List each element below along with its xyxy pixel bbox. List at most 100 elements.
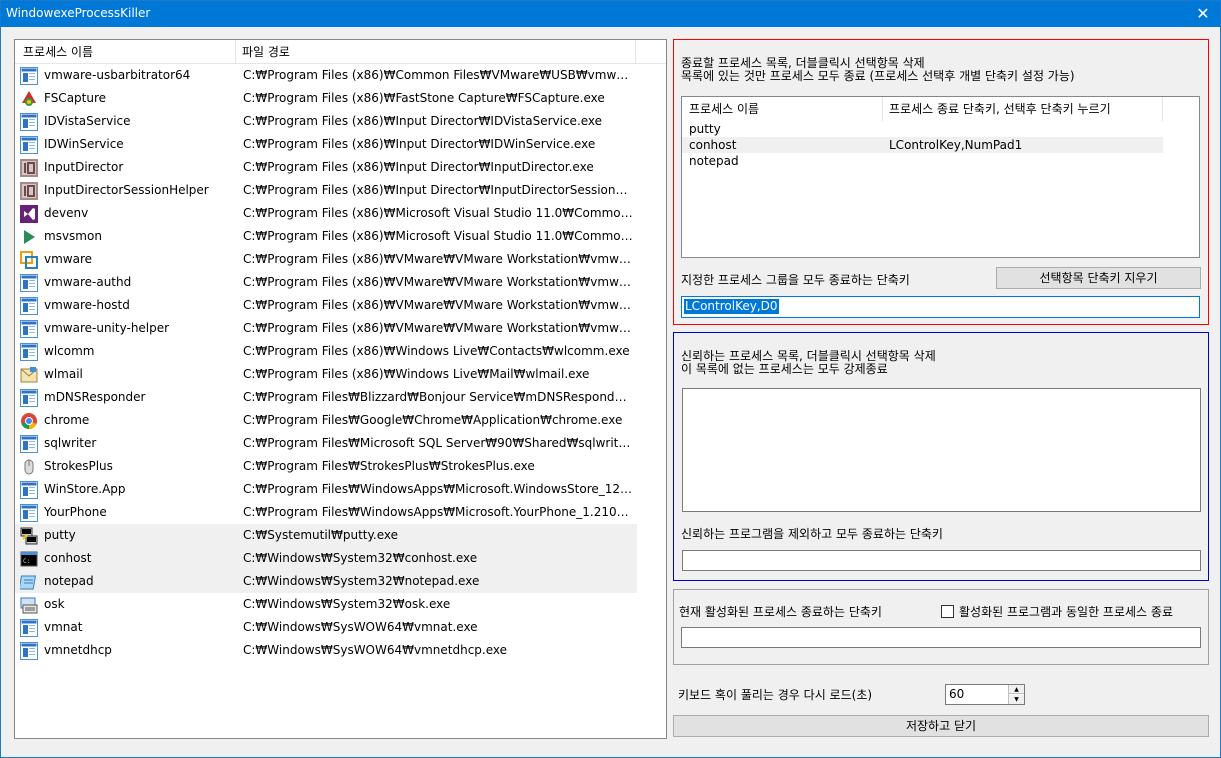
process-row[interactable]: devenv C:₩Program Files (x86)₩Microsoft V… bbox=[15, 202, 637, 225]
process-name: mDNSResponder bbox=[44, 390, 146, 404]
mail-icon bbox=[20, 366, 38, 384]
process-name: vmware-authd bbox=[44, 275, 132, 289]
process-path: C:₩Program Files (x86)₩VMware₩VMware Wor… bbox=[243, 298, 633, 312]
visual-studio-icon bbox=[20, 205, 38, 223]
process-row[interactable]: YourPhone C:₩Program Files₩WindowsApps₩Mi… bbox=[15, 501, 637, 524]
inputdirector-icon bbox=[20, 159, 38, 177]
process-path: C:₩Program Files₩Blizzard₩Bonjour Servic… bbox=[243, 390, 633, 404]
process-row[interactable]: StrokesPlus C:₩Program Files₩StrokesPlus₩… bbox=[15, 455, 637, 478]
app-window-icon bbox=[20, 343, 38, 361]
process-path: C:₩Systemutil₩putty.exe bbox=[243, 528, 399, 542]
spinner-arrows: ▲ ▼ bbox=[1008, 685, 1024, 704]
active-process-panel: 현재 활성화된 프로세스 종료하는 단축키 활성화된 프로그램과 동일한 프로세… bbox=[673, 589, 1209, 665]
process-row[interactable]: InputDirector C:₩Program Files (x86)₩Inpu… bbox=[15, 156, 637, 179]
app-window-icon bbox=[20, 67, 38, 85]
process-name: notepad bbox=[44, 574, 94, 588]
process-row[interactable]: FSCapture C:₩Program Files (x86)₩FastSton… bbox=[15, 87, 637, 110]
process-row[interactable]: WinStore.App C:₩Program Files₩WindowsApps… bbox=[15, 478, 637, 501]
same-process-checkbox[interactable] bbox=[941, 605, 954, 618]
app-window-icon bbox=[20, 619, 38, 637]
process-row[interactable]: vmware C:₩Program Files (x86)₩VMware₩VMwa… bbox=[15, 248, 637, 271]
kill-process-row[interactable]: conhost LControlKey,NumPad1 bbox=[682, 137, 1163, 153]
process-path: C:₩Program Files (x86)₩Input Director₩In… bbox=[243, 183, 633, 197]
process-name: wlmail bbox=[44, 367, 83, 381]
kill-process-name: putty bbox=[689, 122, 721, 136]
kill-group-hotkey-input[interactable]: LControlKey,D0 bbox=[681, 296, 1200, 318]
process-path: C:₩Windows₩System32₩conhost.exe bbox=[243, 551, 478, 565]
process-row[interactable]: vmnat C:₩Windows₩SysWOW64₩vmnat.exe bbox=[15, 616, 637, 639]
kill-process-row[interactable]: putty bbox=[682, 121, 1163, 137]
process-row[interactable]: C: conhost C:₩Windows₩System32₩conhost.exe bbox=[15, 547, 637, 570]
close-icon[interactable]: ✕ bbox=[1186, 1, 1220, 27]
process-row[interactable]: notepad C:₩Windows₩System32₩notepad.exe bbox=[15, 570, 637, 593]
svg-text:C:: C: bbox=[23, 558, 30, 565]
process-row[interactable]: putty C:₩Systemutil₩putty.exe bbox=[15, 524, 637, 547]
process-name: IDVistaService bbox=[44, 114, 131, 128]
app-window-icon bbox=[20, 274, 38, 292]
kill-process-row[interactable]: notepad bbox=[682, 153, 1163, 169]
process-row[interactable]: vmnetdhcp C:₩Windows₩SysWOW64₩vmnetdhcp.e… bbox=[15, 639, 637, 662]
process-row[interactable]: chrome C:₩Program Files₩Google₩Chrome₩App… bbox=[15, 409, 637, 432]
spinner-down-icon[interactable]: ▼ bbox=[1009, 695, 1024, 704]
mouse-icon bbox=[20, 458, 38, 476]
process-path: C:₩Windows₩System32₩notepad.exe bbox=[243, 574, 480, 588]
process-row[interactable]: IDVistaService C:₩Program Files (x86)₩Inp… bbox=[15, 110, 637, 133]
process-path: C:₩Program Files₩WindowsApps₩Microsoft.W… bbox=[243, 482, 633, 496]
console-icon: C: bbox=[20, 550, 38, 568]
spinner-up-icon[interactable]: ▲ bbox=[1009, 685, 1024, 694]
process-name: vmware-hostd bbox=[44, 298, 130, 312]
process-name: vmware bbox=[44, 252, 93, 266]
column-header-file-path[interactable]: 파일 경로 bbox=[236, 40, 636, 64]
clear-hotkey-button[interactable]: 선택항목 단축키 지우기 bbox=[996, 267, 1201, 289]
process-row[interactable]: msvsmon C:₩Program Files (x86)₩Microsoft … bbox=[15, 225, 637, 248]
kill-process-name: notepad bbox=[689, 154, 739, 168]
column-header-process-name[interactable]: 프로세스 이름 bbox=[15, 40, 236, 64]
process-path: C:₩Program Files₩StrokesPlus₩StrokesPlus… bbox=[243, 459, 535, 473]
trust-process-list[interactable] bbox=[682, 388, 1201, 512]
kill-process-table[interactable]: 프로세스 이름 프로세스 종료 단축키, 선택후 단축키 누르기 putty co… bbox=[681, 96, 1200, 258]
process-row[interactable]: wlmail C:₩Program Files (x86)₩Windows Liv… bbox=[15, 363, 637, 386]
kill-process-name: conhost bbox=[689, 138, 737, 152]
process-row[interactable]: vmware-usbarbitrator64 C:₩Program Files (… bbox=[15, 64, 637, 87]
window-title: WindowexeProcessKiller bbox=[6, 6, 151, 20]
inputdirector-icon bbox=[20, 182, 38, 200]
process-row[interactable]: osk C:₩Windows₩System32₩osk.exe bbox=[15, 593, 637, 616]
process-row[interactable]: InputDirectorSessionHelper C:₩Program Fil… bbox=[15, 179, 637, 202]
notepad-icon bbox=[18, 573, 38, 591]
kill-column-process-name[interactable]: 프로세스 이름 bbox=[682, 97, 883, 121]
active-hotkey-input[interactable] bbox=[681, 627, 1201, 648]
trust-hotkey-input[interactable] bbox=[682, 550, 1201, 571]
reload-seconds-spinner[interactable]: 60 ▲ ▼ bbox=[945, 684, 1025, 705]
process-name: vmware-unity-helper bbox=[44, 321, 170, 335]
kill-column-hotkey[interactable]: 프로세스 종료 단축키, 선택후 단축키 누르기 bbox=[883, 97, 1163, 121]
process-row[interactable]: wlcomm C:₩Program Files (x86)₩Windows Liv… bbox=[15, 340, 637, 363]
trust-group-desc-2: 이 목록에 없는 프로세스는 모두 강제종료 bbox=[681, 362, 888, 376]
vmware-icon bbox=[20, 251, 38, 269]
save-and-close-button[interactable]: 저장하고 닫기 bbox=[673, 715, 1209, 737]
process-path: C:₩Program Files (x86)₩Input Director₩ID… bbox=[243, 114, 603, 128]
active-hotkey-label: 현재 활성화된 프로세스 종료하는 단축키 bbox=[679, 605, 882, 619]
kill-group-hotkey-label: 지정한 프로세스 그룹을 모두 종료하는 단축키 bbox=[681, 273, 910, 287]
process-name: vmware-usbarbitrator64 bbox=[44, 68, 191, 82]
process-name: sqlwriter bbox=[44, 436, 97, 450]
process-row[interactable]: mDNSResponder C:₩Program Files₩Blizzard₩B… bbox=[15, 386, 637, 409]
process-row[interactable]: vmware-hostd C:₩Program Files (x86)₩VMwar… bbox=[15, 294, 637, 317]
process-row[interactable]: vmware-unity-helper C:₩Program Files (x86… bbox=[15, 317, 637, 340]
process-name: StrokesPlus bbox=[44, 459, 113, 473]
process-list[interactable]: 프로세스 이름 파일 경로 vmware-usbarbitrator64 C:₩P… bbox=[14, 39, 667, 739]
process-path: C:₩Windows₩SysWOW64₩vmnetdhcp.exe bbox=[243, 643, 508, 657]
same-process-checkbox-label[interactable]: 활성화된 프로그램과 동일한 프로세스 종료 bbox=[959, 603, 1173, 620]
title-bar[interactable]: WindowexeProcessKiller ✕ bbox=[1, 1, 1220, 27]
process-path: C:₩Program Files (x86)₩VMware₩VMware Wor… bbox=[243, 275, 633, 289]
process-path: C:₩Program Files₩Microsoft SQL Server₩90… bbox=[243, 436, 633, 450]
process-row[interactable]: sqlwriter C:₩Program Files₩Microsoft SQL … bbox=[15, 432, 637, 455]
process-name: chrome bbox=[44, 413, 90, 427]
process-name: WinStore.App bbox=[44, 482, 126, 496]
app-window-icon bbox=[20, 435, 38, 453]
process-row[interactable]: IDWinService C:₩Program Files (x86)₩Input… bbox=[15, 133, 637, 156]
process-row[interactable]: vmware-authd C:₩Program Files (x86)₩VMwar… bbox=[15, 271, 637, 294]
fscapture-icon bbox=[20, 90, 38, 108]
process-name: IDWinService bbox=[44, 137, 124, 151]
app-window-icon bbox=[20, 136, 38, 154]
process-name: wlcomm bbox=[44, 344, 95, 358]
